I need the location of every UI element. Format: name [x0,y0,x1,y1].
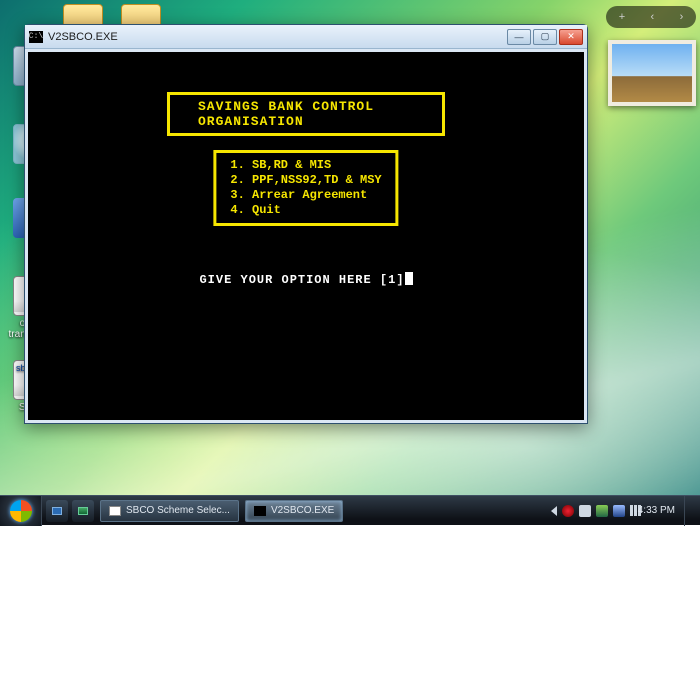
tray-battery-icon[interactable] [596,505,608,517]
window-buttons: — ▢ ✕ [507,29,583,45]
dos-prompt-text: GIVE YOUR OPTION HERE [1] [199,273,404,287]
maximize-button[interactable]: ▢ [533,29,557,45]
quicklaunch-show-desktop[interactable] [46,500,68,522]
tray-usb-icon[interactable] [579,505,591,517]
gadget-next-icon[interactable]: › [680,11,684,23]
minimize-icon: — [515,32,524,42]
task-label: V2SBCO.EXE [271,505,334,516]
photo-thumbnail [612,44,692,102]
dos-menu-line-2: 2. PPF,NSS92,TD & MSY [230,173,381,187]
start-button[interactable] [0,496,42,526]
minimize-button[interactable]: — [507,29,531,45]
cmd-icon: C:\ [29,31,43,43]
sidebar-photo-gadget[interactable] [608,40,696,106]
dos-title-text: SAVINGS BANK CONTROL ORGANISATION [198,99,374,129]
taskbar: SBCO Scheme Selec... V2SBCO.EXE 4:33 PM [0,495,700,525]
maximize-icon: ▢ [541,31,550,42]
task-app-icon [109,506,121,516]
taskbar-show-desktop-edge[interactable] [684,496,692,526]
close-icon: ✕ [567,31,575,42]
show-desktop-icon [52,507,62,515]
taskbar-clock[interactable]: 4:33 PM [638,505,675,516]
dos-menu-box: 1. SB,RD & MIS 2. PPF,NSS92,TD & MSY 3. … [213,150,398,226]
dos-title-box: SAVINGS BANK CONTROL ORGANISATION [167,92,445,136]
system-tray: 4:33 PM [543,496,700,526]
close-button[interactable]: ✕ [559,29,583,45]
window-titlebar[interactable]: C:\ V2SBCO.EXE — ▢ ✕ [25,25,587,49]
task-cmd-icon [254,506,266,516]
windows-orb-icon [10,500,32,522]
tray-security-icon[interactable] [562,505,574,517]
dos-menu-line-3: 3. Arrear Agreement [230,188,367,202]
task-label: SBCO Scheme Selec... [126,505,230,516]
taskbar-task-sbco-scheme[interactable]: SBCO Scheme Selec... [100,500,239,522]
tray-network-icon[interactable] [613,505,625,517]
sidebar-gadget-control[interactable]: + ‹ › [606,6,696,28]
console-window: C:\ V2SBCO.EXE — ▢ ✕ SAVINGS BANK CONTRO… [24,24,588,424]
dos-menu-line-1: 1. SB,RD & MIS [230,158,331,172]
tray-expand-icon[interactable] [551,506,557,516]
gadget-add-icon[interactable]: + [619,11,625,23]
console-client-area[interactable]: SAVINGS BANK CONTROL ORGANISATION 1. SB,… [28,52,584,420]
text-cursor [405,272,413,285]
quicklaunch-switch-windows[interactable] [72,500,94,522]
gadget-prev-icon[interactable]: ‹ [651,11,655,23]
dos-prompt: GIVE YOUR OPTION HERE [1] [28,272,584,287]
dos-menu-line-4: 4. Quit [230,203,280,217]
tray-volume-icon[interactable] [630,505,633,516]
taskbar-task-v2sbco[interactable]: V2SBCO.EXE [245,500,343,522]
window-title: V2SBCO.EXE [48,31,507,43]
switch-windows-icon [78,507,88,515]
